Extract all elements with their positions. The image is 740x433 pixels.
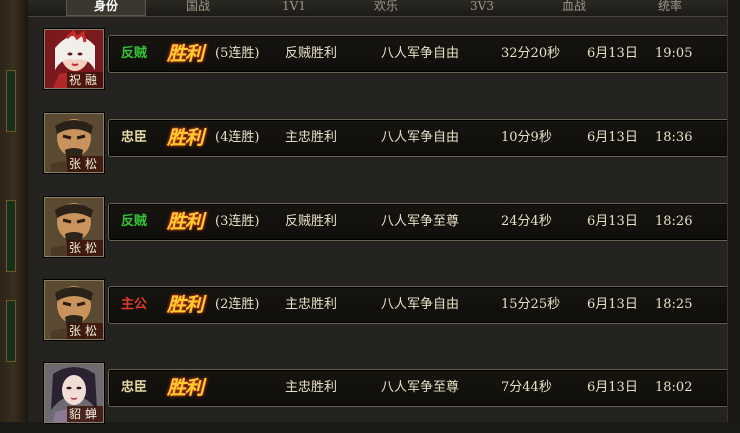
general-portrait: 祝融	[44, 29, 104, 89]
battle-record-list: 祝融 反贼 胜利 (5连胜) 反贼胜利 八人军争自由 32分20秒 6月13日 …	[28, 17, 732, 423]
game-mode: 八人军争至尊	[381, 380, 460, 395]
game-mode: 八人军争自由	[381, 130, 460, 145]
general-name: 张松	[67, 323, 103, 339]
victory-mark: 胜利	[167, 377, 204, 399]
side-gauge	[6, 300, 16, 362]
tab-blood-battle[interactable]: 血战	[554, 0, 594, 15]
general-name: 张松	[67, 240, 103, 256]
match-duration: 32分20秒	[501, 46, 561, 61]
role-label: 反贼	[121, 214, 148, 229]
general-name: 貂蝉	[67, 406, 103, 422]
record-row[interactable]: 祝融 反贼 胜利 (5连胜) 反贼胜利 八人军争自由 32分20秒 6月13日 …	[42, 29, 732, 99]
record-panel: 反贼 胜利 (5连胜) 反贼胜利 八人军争自由 32分20秒 6月13日 19:…	[108, 35, 732, 73]
match-date: 6月13日	[587, 46, 638, 61]
general-portrait: 貂蝉	[44, 363, 104, 423]
game-mode: 八人军争至尊	[381, 214, 460, 229]
match-result: 主忠胜利	[285, 297, 338, 312]
match-date: 6月13日	[587, 297, 638, 312]
match-duration: 15分25秒	[501, 297, 561, 312]
match-date: 6月13日	[587, 130, 638, 145]
general-portrait: 张松	[44, 197, 104, 257]
role-label: 反贼	[121, 46, 148, 61]
general-portrait: 张松	[44, 280, 104, 340]
mode-tab-bar: 身份 国战 1V1 欢乐 3V3 血战 统率	[28, 0, 728, 17]
side-gauge	[6, 200, 16, 272]
record-row[interactable]: 张松 主公 胜利 (2连胜) 主忠胜利 八人军争自由 15分25秒 6月13日 …	[42, 280, 732, 350]
record-panel: 忠臣 胜利 (4连胜) 主忠胜利 八人军争自由 10分9秒 6月13日 18:3…	[108, 119, 732, 157]
match-duration: 10分9秒	[501, 130, 552, 145]
general-portrait: 张松	[44, 113, 104, 173]
match-duration: 24分4秒	[501, 214, 552, 229]
match-date: 6月13日	[587, 214, 638, 229]
tab-kingdom-war[interactable]: 国战	[178, 0, 218, 15]
match-result: 主忠胜利	[285, 380, 338, 395]
scrollbar[interactable]	[727, 0, 740, 422]
match-result: 反贼胜利	[285, 46, 338, 61]
record-panel: 反贼 胜利 (3连胜) 反贼胜利 八人军争至尊 24分4秒 6月13日 18:2…	[108, 203, 732, 241]
match-time: 18:26	[655, 214, 693, 229]
role-label: 忠臣	[121, 380, 148, 395]
record-row[interactable]: 貂蝉 忠臣 胜利 主忠胜利 八人军争至尊 7分44秒 6月13日 18:02	[42, 363, 732, 433]
match-date: 6月13日	[587, 380, 638, 395]
victory-mark: 胜利	[167, 211, 204, 233]
tab-command[interactable]: 统率	[650, 0, 690, 15]
record-row[interactable]: 张松 忠臣 胜利 (4连胜) 主忠胜利 八人军争自由 10分9秒 6月13日 1…	[42, 113, 732, 183]
match-result: 反贼胜利	[285, 214, 338, 229]
match-duration: 7分44秒	[501, 380, 552, 395]
general-name: 祝融	[67, 72, 103, 88]
role-label: 主公	[121, 297, 148, 312]
match-time: 18:36	[655, 130, 693, 145]
victory-mark: 胜利	[167, 294, 204, 316]
side-frame	[0, 0, 29, 422]
victory-mark: 胜利	[167, 43, 204, 65]
tab-3v3[interactable]: 3V3	[464, 0, 500, 15]
match-result: 主忠胜利	[285, 130, 338, 145]
side-gauge	[6, 70, 16, 132]
victory-mark: 胜利	[167, 127, 204, 149]
tab-1v1[interactable]: 1V1	[276, 0, 312, 15]
record-row[interactable]: 张松 反贼 胜利 (3连胜) 反贼胜利 八人军争至尊 24分4秒 6月13日 1…	[42, 197, 732, 267]
win-streak: (5连胜)	[215, 46, 260, 61]
win-streak: (3连胜)	[215, 214, 260, 229]
record-panel: 忠臣 胜利 主忠胜利 八人军争至尊 7分44秒 6月13日 18:02	[108, 369, 732, 407]
win-streak: (4连胜)	[215, 130, 260, 145]
record-panel: 主公 胜利 (2连胜) 主忠胜利 八人军争自由 15分25秒 6月13日 18:…	[108, 286, 732, 324]
tab-identity[interactable]: 身份	[66, 0, 146, 16]
general-name: 张松	[67, 156, 103, 172]
win-streak: (2连胜)	[215, 297, 260, 312]
match-time: 19:05	[655, 46, 693, 61]
game-mode: 八人军争自由	[381, 297, 460, 312]
match-time: 18:25	[655, 297, 693, 312]
match-time: 18:02	[655, 380, 693, 395]
tab-fun[interactable]: 欢乐	[366, 0, 406, 15]
game-mode: 八人军争自由	[381, 46, 460, 61]
role-label: 忠臣	[121, 130, 148, 145]
